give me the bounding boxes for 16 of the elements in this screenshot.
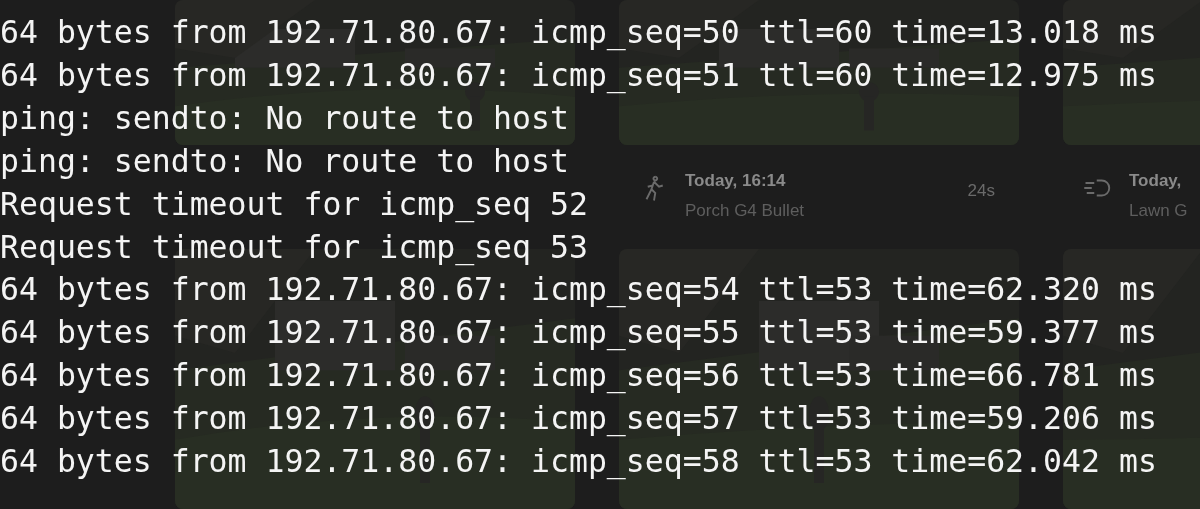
terminal-line: 64 bytes from 192.71.80.67: icmp_seq=51 ttl=60 time=12.975 ms [0, 55, 1157, 96]
terminal-line: 64 bytes from 192.71.80.67: icmp_seq=55 ttl=53 time=59.377 ms [0, 313, 1157, 353]
terminal-line: ping: sendto: No route to host [0, 141, 569, 181]
camera-name: Lawn G [1129, 201, 1189, 221]
event-duration: 24s [967, 180, 995, 201]
terminal-line: 64 bytes from 192.71.80.67: icmp_seq=58 ttl=53 time=62.042 ms [0, 442, 1157, 482]
camera-name: Porch G4 Bullet [685, 201, 806, 221]
terminal-line: 64 bytes from 192.71.80.67: icmp_seq=57 ttl=53 time=59.206 ms [0, 399, 1157, 439]
terminal-line: ping: sendto: No route to host [0, 98, 569, 138]
terminal-line: Request timeout for icmp_seq 52 [0, 184, 588, 225]
terminal-line: 64 bytes from 192.71.80.67: icmp_seq=50 ttl=60 time=13.018 ms [0, 13, 1157, 53]
terminal-line: 64 bytes from 192.71.80.67: icmp_seq=56 ttl=53 time=66.781 ms [0, 356, 1157, 396]
terminal-line: Request timeout for icmp_seq 53 [0, 227, 588, 268]
event-time: Today, 16:14 [685, 171, 787, 191]
terminal-line: 64 bytes from 192.71.80.67: icmp_seq=54 ttl=53 time=62.320 ms [0, 270, 1157, 310]
event-time: Today, [1129, 171, 1183, 191]
